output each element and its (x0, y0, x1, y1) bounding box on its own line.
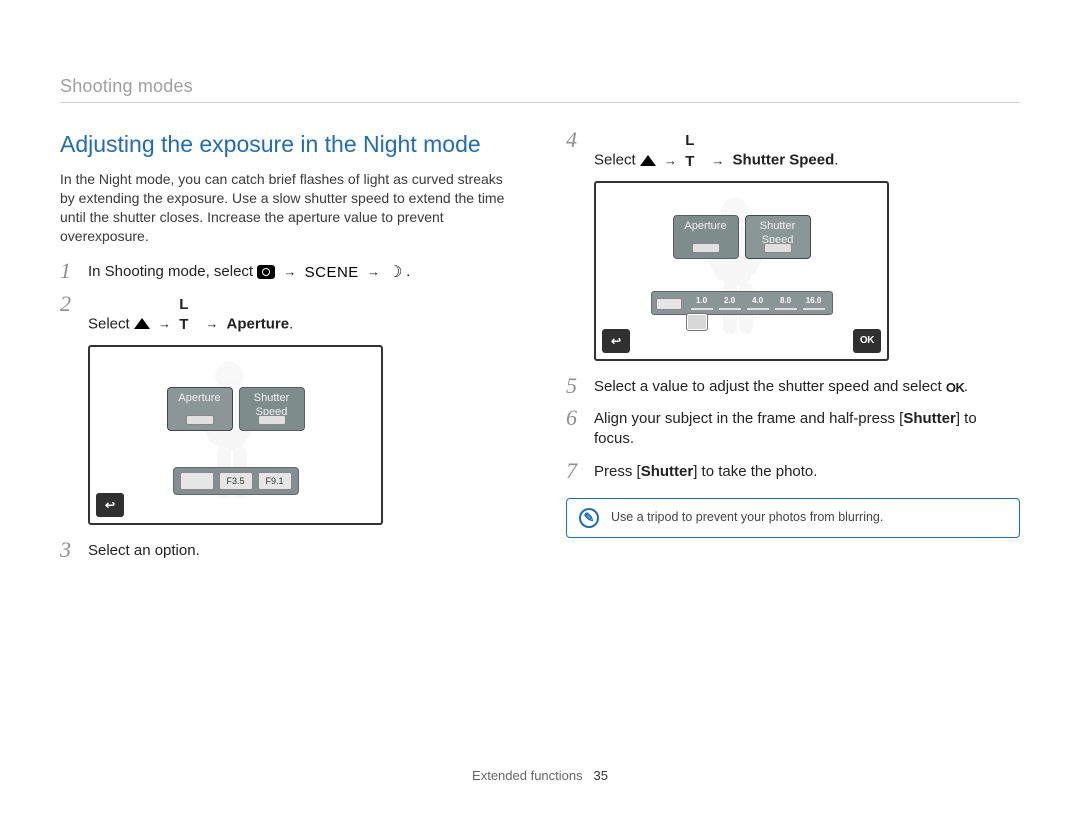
page-title: Adjusting the exposure in the Night mode (60, 129, 514, 160)
step-2-target: Aperture (227, 315, 290, 332)
step-5: 5 Select a value to adjust the shutter s… (566, 375, 1020, 397)
step-number: 4 (566, 129, 582, 151)
tip-text: Use a tripod to prevent your photos from… (611, 509, 883, 526)
aperture-value-2[interactable]: F9.1 (258, 472, 292, 490)
aperture-value-row: F3.5 F9.1 (173, 467, 299, 495)
tab-row: Aperture Shutter Speed (167, 387, 305, 431)
tab-aperture[interactable]: Aperture (673, 215, 739, 259)
arrow-icon: → (363, 263, 384, 281)
step-body: Select → L T → Aperture. (88, 293, 293, 335)
step-4: 4 Select → L T → Shutter Speed. (566, 129, 1020, 171)
tab-label: Aperture (168, 391, 232, 406)
step-7-pre: Press [ (594, 463, 641, 480)
step-body: Select a value to adjust the shutter spe… (594, 375, 968, 397)
step-7-post: ] to take the photo. (693, 463, 817, 480)
step-body: Align your subject in the frame and half… (594, 407, 1020, 450)
aperture-value-1[interactable]: F3.5 (219, 472, 253, 490)
back-button[interactable]: ↩ (96, 493, 124, 517)
step-body: Select → L T → Shutter Speed. (594, 129, 838, 171)
intro-paragraph: In the Night mode, you can catch brief f… (60, 170, 514, 246)
step-4-target: Shutter Speed (733, 152, 835, 169)
tab-row: Aperture Shutter Speed (673, 215, 811, 259)
lt-icon: L T (685, 131, 703, 145)
auto-badge (186, 415, 214, 425)
step-body: In Shooting mode, select → SCENE → ☽. (88, 260, 410, 283)
step-4-text: Select (594, 152, 640, 169)
shutter-tick-row: 1.0 2.0 4.0 8.0 16.0 (651, 291, 833, 315)
step-body: Select an option. (88, 539, 200, 561)
step-number: 3 (60, 539, 76, 561)
arrow-icon: → (201, 315, 222, 333)
section-header: Shooting modes (60, 74, 1020, 103)
tab-shutter-speed[interactable]: Shutter Speed (239, 387, 305, 431)
night-mode-icon: ☽ (388, 262, 406, 276)
tab-label-line1: Shutter (746, 219, 810, 234)
step-number: 5 (566, 375, 582, 397)
slider-handle[interactable] (686, 313, 708, 331)
tick-1[interactable]: 1.0 (688, 296, 716, 310)
step-1: 1 In Shooting mode, select → SCENE → ☽. (60, 260, 514, 283)
step-7: 7 Press [Shutter] to take the photo. (566, 460, 1020, 482)
auto-chip[interactable] (656, 298, 682, 310)
shutter-key: Shutter (641, 463, 694, 480)
ok-button[interactable]: OK (853, 329, 881, 353)
page-number: 35 (593, 768, 607, 783)
step-number: 1 (60, 260, 76, 282)
camera-icon (257, 265, 275, 279)
tip-box: ✎ Use a tripod to prevent your photos fr… (566, 498, 1020, 538)
step-number: 6 (566, 407, 582, 429)
aperture-screen-mock: Aperture Shutter Speed F3.5 F9.1 ↩ (88, 345, 383, 525)
ok-icon: OK (946, 379, 964, 393)
tick-3[interactable]: 4.0 (744, 296, 772, 310)
auto-badge (764, 243, 792, 253)
tab-aperture[interactable]: Aperture (167, 387, 233, 431)
step-3: 3 Select an option. (60, 539, 514, 561)
scene-icon: SCENE (305, 263, 359, 283)
auto-badge (692, 243, 720, 253)
auto-chip[interactable] (180, 472, 214, 490)
arrow-icon: → (660, 152, 681, 170)
step-2: 2 Select → L T → Aperture. (60, 293, 514, 335)
step-6: 6 Align your subject in the frame and ha… (566, 407, 1020, 450)
arrow-icon: → (154, 315, 175, 333)
tab-label: Aperture (674, 219, 738, 234)
step-1-text: In Shooting mode, select (88, 263, 257, 280)
back-button[interactable]: ↩ (602, 329, 630, 353)
step-number: 2 (60, 293, 76, 315)
step-6-pre: Align your subject in the frame and half… (594, 410, 903, 427)
tab-label-line1: Shutter (240, 391, 304, 406)
shutter-key: Shutter (903, 410, 956, 427)
tick-4[interactable]: 8.0 (772, 296, 800, 310)
up-triangle-icon (640, 155, 656, 166)
tab-shutter-speed[interactable]: Shutter Speed (745, 215, 811, 259)
step-5-text: Select a value to adjust the shutter spe… (594, 378, 946, 395)
tick-5[interactable]: 16.0 (800, 296, 828, 310)
step-number: 7 (566, 460, 582, 482)
right-column: 4 Select → L T → Shutter Speed. (566, 129, 1020, 571)
note-icon: ✎ (579, 508, 599, 528)
arrow-icon: → (707, 152, 728, 170)
shutter-screen-mock: Aperture Shutter Speed 1.0 2.0 4.0 8.0 (594, 181, 889, 361)
tick-2[interactable]: 2.0 (716, 296, 744, 310)
page-footer: Extended functions 35 (0, 767, 1080, 785)
lt-icon: L T (179, 295, 197, 309)
auto-badge (258, 415, 286, 425)
step-body: Press [Shutter] to take the photo. (594, 460, 817, 482)
left-column: Adjusting the exposure in the Night mode… (60, 129, 514, 571)
step-2-text: Select (88, 315, 134, 332)
footer-label: Extended functions (472, 768, 583, 783)
arrow-icon: → (279, 263, 300, 281)
up-triangle-icon (134, 318, 150, 329)
